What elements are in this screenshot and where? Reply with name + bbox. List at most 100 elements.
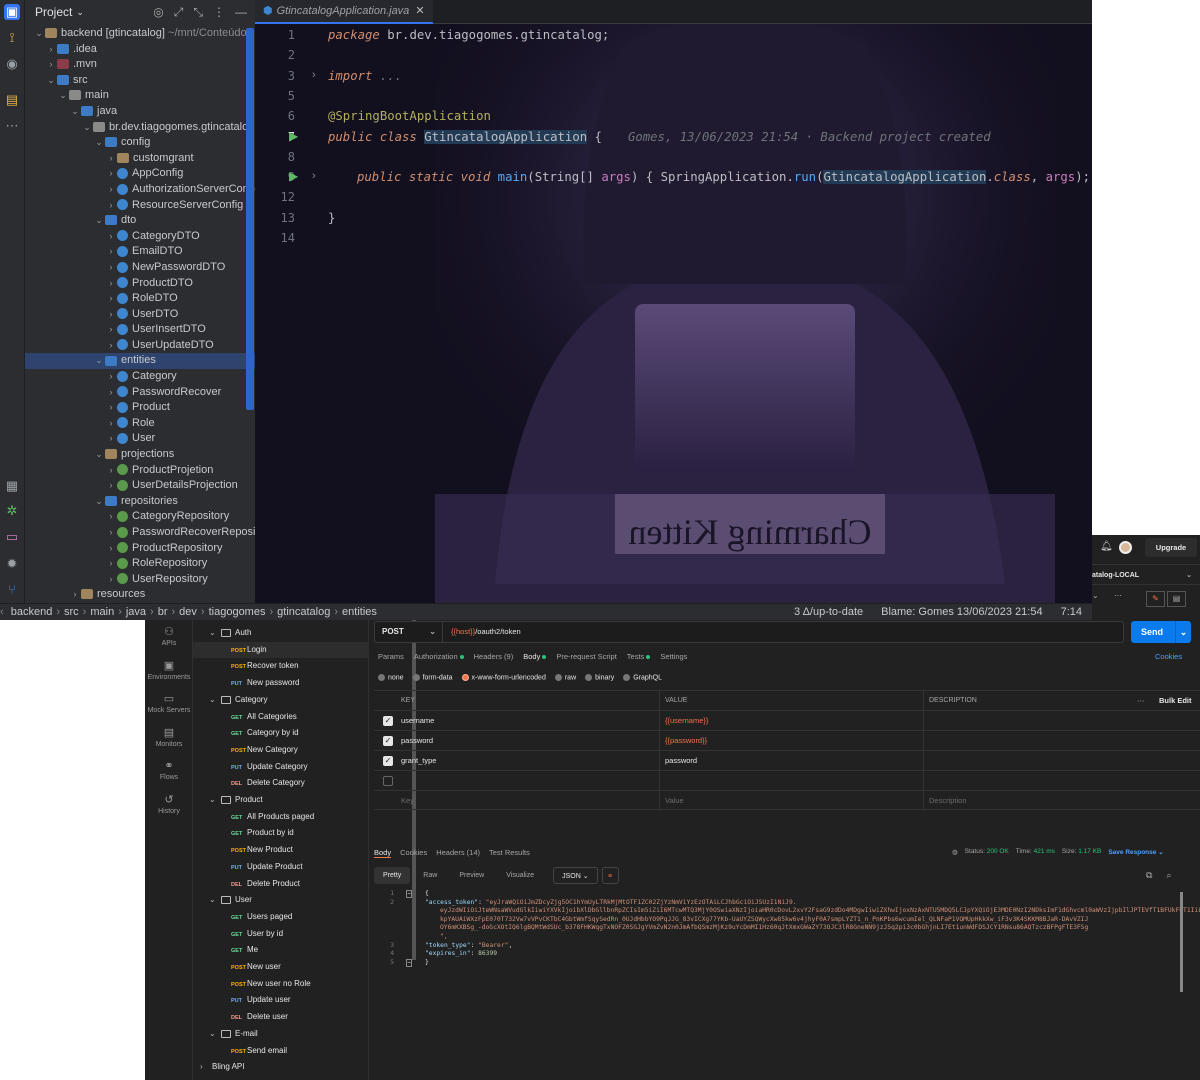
github-icon[interactable]: ◉: [4, 56, 20, 72]
request-item[interactable]: GET Product by id: [193, 825, 369, 842]
tree-node[interactable]: › .mvn: [25, 57, 255, 73]
chevron-down-icon[interactable]: ⌄: [45, 73, 57, 89]
tree-node[interactable]: › UserInsertDTO: [25, 322, 255, 338]
options-icon[interactable]: ⋮: [213, 5, 225, 20]
chevron-right-icon[interactable]: ›: [105, 463, 117, 479]
method-selector[interactable]: POST ⌄: [375, 622, 443, 642]
chevron-down-icon[interactable]: ⌄: [81, 120, 93, 136]
placeholder-cell[interactable]: Description: [929, 791, 967, 811]
placeholder-cell[interactable]: Key: [401, 791, 414, 811]
request-item[interactable]: GET Category by id: [193, 725, 369, 742]
tree-node[interactable]: ⌄ src: [25, 73, 255, 89]
bulk-edit-button[interactable]: Bulk Edit: [1159, 691, 1192, 711]
tree-node[interactable]: ⌄ java: [25, 104, 255, 120]
placeholder-cell[interactable]: Value: [665, 791, 684, 811]
chevron-right-icon[interactable]: ›: [105, 525, 117, 541]
tree-node[interactable]: ⌄ main: [25, 88, 255, 104]
run-services-icon[interactable]: ✲: [4, 503, 20, 519]
tree-node[interactable]: › UserUpdateDTO: [25, 338, 255, 354]
collection-folder[interactable]: ⌄ Auth: [193, 625, 369, 642]
chevron-right-icon[interactable]: ›: [105, 431, 117, 447]
request-item[interactable]: GET All Products paged: [193, 809, 369, 826]
body-type-binary[interactable]: binary: [585, 674, 614, 681]
chevron-right-icon[interactable]: ›: [105, 151, 117, 167]
radio-icon[interactable]: [461, 674, 469, 681]
request-item[interactable]: POSTNew user: [193, 959, 369, 976]
breadcrumb-item[interactable]: backend: [11, 606, 53, 618]
response-tab-headers-[interactable]: Headers (14): [436, 848, 480, 858]
copy-icon[interactable]: ⧉: [1146, 870, 1152, 881]
chevron-down-icon[interactable]: ⌄: [69, 104, 81, 120]
tab-pre-request-script[interactable]: Pre-request Script: [556, 652, 616, 661]
commit-icon[interactable]: ⟟: [4, 30, 20, 46]
request-item[interactable]: PUT Update user: [193, 992, 369, 1009]
chevron-right-icon[interactable]: ›: [105, 416, 117, 432]
chevron-right-icon[interactable]: ›: [69, 587, 81, 603]
request-item[interactable]: GET User by id: [193, 926, 369, 943]
tree-node[interactable]: › RoleRepository: [25, 556, 255, 572]
tree-node[interactable]: › customgrant: [25, 151, 255, 167]
radio-icon[interactable]: [623, 674, 631, 681]
tree-node[interactable]: › EmailDTO: [25, 244, 255, 260]
save-response-button[interactable]: Save Response ⌄: [1108, 848, 1163, 856]
response-body[interactable]: 1−{ 2 "access_token": "eyJraWQiOiJmZDcyZj…: [374, 890, 1200, 967]
key-cell[interactable]: grant_type: [401, 751, 436, 771]
request-item[interactable]: GET All Categories: [193, 709, 369, 726]
expand-all-icon[interactable]: ⤢: [174, 5, 184, 20]
chevron-right-icon[interactable]: ›: [105, 291, 117, 307]
response-tab-body[interactable]: Body: [374, 848, 392, 858]
key-cell[interactable]: password: [401, 731, 433, 751]
tree-node[interactable]: › CategoryRepository: [25, 509, 255, 525]
chevron-down-icon[interactable]: ⌄: [93, 213, 105, 229]
chevron-right-icon[interactable]: ›: [105, 244, 117, 260]
chevron-right-icon[interactable]: ›: [105, 307, 117, 323]
close-icon[interactable]: ✕: [415, 4, 424, 17]
more-icon[interactable]: ⋯: [1114, 591, 1122, 607]
chevron-down-icon[interactable]: ⌄: [93, 135, 105, 151]
sidebar-item-flows[interactable]: ⚭ Flows: [145, 759, 193, 781]
chevron-down-icon[interactable]: ⌄: [93, 353, 105, 369]
collection-folder[interactable]: ⌄ E-mail: [193, 1026, 369, 1043]
tree-node[interactable]: › CategoryDTO: [25, 229, 255, 245]
collection-folder[interactable]: ⌄ Product: [193, 792, 369, 809]
request-item[interactable]: DEL Delete Product: [193, 876, 369, 893]
editor-tab[interactable]: ⬢ GtincatalogApplication.java ✕: [255, 0, 433, 24]
tree-node[interactable]: › ProductRepository: [25, 541, 255, 557]
checkbox[interactable]: [383, 776, 393, 786]
breadcrumb-item[interactable]: tiagogomes: [209, 606, 266, 618]
chevron-right-icon[interactable]: ›: [105, 369, 117, 385]
tree-node[interactable]: › UserRepository: [25, 572, 255, 588]
run-icon[interactable]: ▶: [289, 129, 298, 143]
wrap-lines-icon[interactable]: ≡: [601, 867, 619, 884]
chevron-down-icon[interactable]: ⌄: [209, 692, 221, 709]
sidebar-item-mock-servers[interactable]: ▭ Mock Servers: [145, 692, 193, 714]
url-bar[interactable]: POST ⌄ {{host}}/oauth2/token: [374, 621, 1124, 643]
search-icon[interactable]: ⌕: [1166, 870, 1171, 881]
chevron-right-icon[interactable]: ›: [105, 478, 117, 494]
chevron-down-icon[interactable]: ⌄: [93, 494, 105, 510]
body-type-x-www-form-urlencoded[interactable]: x-www-form-urlencoded: [461, 674, 546, 681]
locate-icon[interactable]: ◎: [153, 5, 163, 20]
request-item[interactable]: POSTNew Product: [193, 842, 369, 859]
tree-node[interactable]: › Category: [25, 369, 255, 385]
breadcrumb-item[interactable]: java: [126, 606, 146, 618]
environment-selector[interactable]: atalog-LOCAL ⌄: [1092, 564, 1200, 585]
breadcrumb-item[interactable]: gtincatalog: [277, 606, 330, 618]
chevron-right-icon[interactable]: ›: [105, 385, 117, 401]
blame-status[interactable]: Blame: Gomes 13/06/2023 21:54: [881, 604, 1042, 620]
radio-icon[interactable]: [412, 674, 420, 681]
request-item[interactable]: PUT Update Category: [193, 759, 369, 776]
chevron-down-icon[interactable]: ⌄: [209, 892, 221, 909]
chevron-right-icon[interactable]: ›: [105, 260, 117, 276]
tree-node[interactable]: › resources: [25, 587, 255, 603]
chevron-right-icon[interactable]: ›: [200, 1059, 212, 1076]
sidebar-item-monitors[interactable]: ▤ Monitors: [145, 726, 193, 748]
format-selector[interactable]: JSON ⌄: [553, 867, 598, 884]
request-item[interactable]: PUT Update Product: [193, 859, 369, 876]
send-button[interactable]: Send ⌄: [1131, 621, 1191, 643]
body-type-graphql[interactable]: GraphQL: [623, 674, 662, 681]
caret-position[interactable]: 7:14: [1061, 604, 1082, 620]
request-item[interactable]: PUT New password: [193, 675, 369, 692]
terminal-icon[interactable]: ▭: [4, 529, 20, 545]
chevron-right-icon[interactable]: ›: [105, 400, 117, 416]
